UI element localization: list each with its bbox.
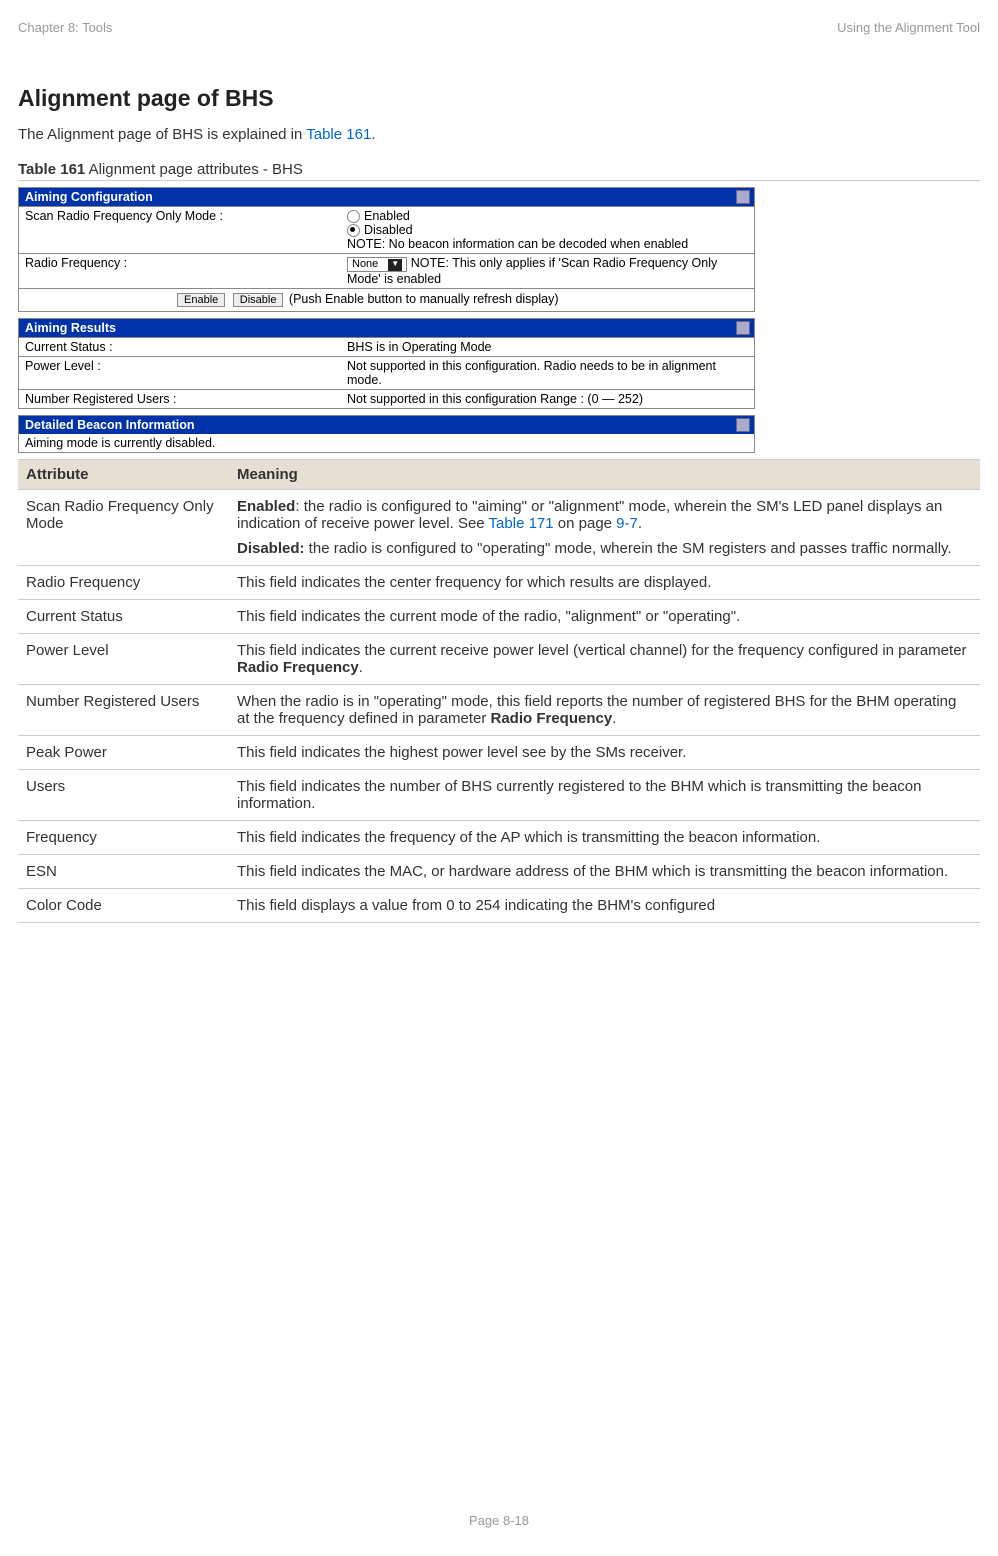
- results-label-2: Number Registered Users :: [19, 389, 341, 408]
- radio-freq-label: Radio Frequency :: [19, 254, 341, 288]
- results-value-2: Not supported in this configuration Rang…: [341, 389, 754, 408]
- beacon-panel: Detailed Beacon Information Aiming mode …: [18, 415, 755, 453]
- link-9-7[interactable]: 9-7: [616, 515, 638, 532]
- aiming-results-title-text: Aiming Results: [25, 321, 116, 335]
- enable-note: (Push Enable button to manually refresh …: [289, 292, 559, 306]
- table-row: Scan Radio Frequency Only Mode Enabled: …: [18, 489, 980, 565]
- attr-header-2: Meaning: [229, 459, 980, 489]
- attr-meaning: When the radio is in "operating" mode, t…: [229, 684, 980, 735]
- page-footer: Page 8-18: [0, 1513, 998, 1528]
- section-title: Alignment page of BHS: [18, 85, 980, 112]
- attr-meaning: This field indicates the number of BHS c…: [229, 769, 980, 820]
- attr-meaning: Enabled: the radio is configured to "aim…: [229, 489, 980, 565]
- attr-meaning: This field indicates the current receive…: [229, 633, 980, 684]
- attr-name: Current Status: [18, 599, 229, 633]
- results-label-0: Current Status :: [19, 337, 341, 356]
- header-right: Using the Alignment Tool: [837, 20, 980, 35]
- radio-disabled-label: Disabled: [364, 223, 413, 237]
- radio-freq-value: None NOTE: This only applies if 'Scan Ra…: [341, 254, 754, 288]
- table-caption-rest: Alignment page attributes - BHS: [85, 161, 303, 178]
- intro-post: .: [371, 126, 375, 143]
- collapse-icon[interactable]: [736, 418, 750, 432]
- chevron-down-icon: [388, 259, 402, 271]
- bold-radio-freq: Radio Frequency: [237, 659, 359, 676]
- intro-link[interactable]: Table 161: [306, 126, 371, 143]
- link-table171[interactable]: Table 171: [489, 515, 554, 532]
- attr-header-1: Attribute: [18, 459, 229, 489]
- table-row: Power Level This field indicates the cur…: [18, 633, 980, 684]
- attr-name: Scan Radio Frequency Only Mode: [18, 489, 229, 565]
- bold-enabled: Enabled: [237, 498, 295, 515]
- page-header: Chapter 8: Tools Using the Alignment Too…: [18, 20, 980, 35]
- table-row: Radio Frequency This field indicates the…: [18, 565, 980, 599]
- enable-button[interactable]: Enable: [177, 293, 225, 307]
- attr-name: Peak Power: [18, 735, 229, 769]
- attr-name: Power Level: [18, 633, 229, 684]
- radio-freq-select[interactable]: None: [347, 257, 407, 271]
- attr-meaning: This field indicates the current mode of…: [229, 599, 980, 633]
- bold-radio-freq: Radio Frequency: [491, 710, 613, 727]
- aiming-results-panel: Aiming Results Current Status : BHS is i…: [18, 318, 755, 409]
- disable-button[interactable]: Disable: [233, 293, 284, 307]
- bold-disabled: Disabled:: [237, 540, 305, 557]
- text: This field indicates the current receive…: [237, 642, 967, 659]
- aiming-config-panel: Aiming Configuration Scan Radio Frequenc…: [18, 187, 755, 312]
- beacon-title: Detailed Beacon Information: [19, 416, 754, 434]
- table-row: ESN This field indicates the MAC, or har…: [18, 854, 980, 888]
- table-row: Current Status This field indicates the …: [18, 599, 980, 633]
- attr-meaning: This field displays a value from 0 to 25…: [229, 888, 980, 922]
- attr-name: Radio Frequency: [18, 565, 229, 599]
- collapse-icon[interactable]: [736, 190, 750, 204]
- aiming-results-title: Aiming Results: [19, 319, 754, 337]
- attr-name: Users: [18, 769, 229, 820]
- intro-text: The Alignment page of BHS is explained i…: [18, 126, 980, 143]
- results-value-1: Not supported in this configuration. Rad…: [341, 356, 754, 389]
- attr-meaning: This field indicates the center frequenc…: [229, 565, 980, 599]
- table-row: Color Code This field displays a value f…: [18, 888, 980, 922]
- table-caption-bold: Table 161: [18, 161, 85, 178]
- radio-enabled-label: Enabled: [364, 209, 410, 223]
- header-left: Chapter 8: Tools: [18, 20, 112, 35]
- table-row: Users This field indicates the number of…: [18, 769, 980, 820]
- collapse-icon[interactable]: [736, 321, 750, 335]
- aiming-config-title: Aiming Configuration: [19, 188, 754, 206]
- intro-pre: The Alignment page of BHS is explained i…: [18, 126, 306, 143]
- text: on page: [554, 515, 617, 532]
- text: .: [359, 659, 363, 676]
- text: .: [612, 710, 616, 727]
- attr-name: Frequency: [18, 820, 229, 854]
- radio-disabled[interactable]: [347, 224, 360, 237]
- table-caption: Table 161 Alignment page attributes - BH…: [18, 161, 980, 181]
- text: the radio is configured to "operating" m…: [305, 540, 952, 557]
- table-row: Frequency This field indicates the frequ…: [18, 820, 980, 854]
- scan-mode-value: Enabled Disabled NOTE: No beacon informa…: [341, 207, 754, 254]
- results-value-0: BHS is in Operating Mode: [341, 337, 754, 356]
- radio-enabled[interactable]: [347, 210, 360, 223]
- beacon-note: Aiming mode is currently disabled.: [19, 434, 754, 452]
- results-label-1: Power Level :: [19, 356, 341, 389]
- attr-meaning: This field indicates the highest power l…: [229, 735, 980, 769]
- attr-name: ESN: [18, 854, 229, 888]
- attr-name: Number Registered Users: [18, 684, 229, 735]
- attr-meaning: This field indicates the frequency of th…: [229, 820, 980, 854]
- text: .: [638, 515, 642, 532]
- table-row: Peak Power This field indicates the high…: [18, 735, 980, 769]
- scan-mode-label: Scan Radio Frequency Only Mode :: [19, 207, 341, 254]
- attributes-table: Attribute Meaning Scan Radio Frequency O…: [18, 459, 980, 923]
- radio-freq-select-value: None: [352, 258, 378, 270]
- enable-row: Enable Disable (Push Enable button to ma…: [19, 288, 754, 311]
- scan-mode-note: NOTE: No beacon information can be decod…: [347, 237, 748, 251]
- attr-meaning: This field indicates the MAC, or hardwar…: [229, 854, 980, 888]
- table-row: Number Registered Users When the radio i…: [18, 684, 980, 735]
- beacon-title-text: Detailed Beacon Information: [25, 418, 194, 432]
- attr-name: Color Code: [18, 888, 229, 922]
- aiming-config-title-text: Aiming Configuration: [25, 190, 153, 204]
